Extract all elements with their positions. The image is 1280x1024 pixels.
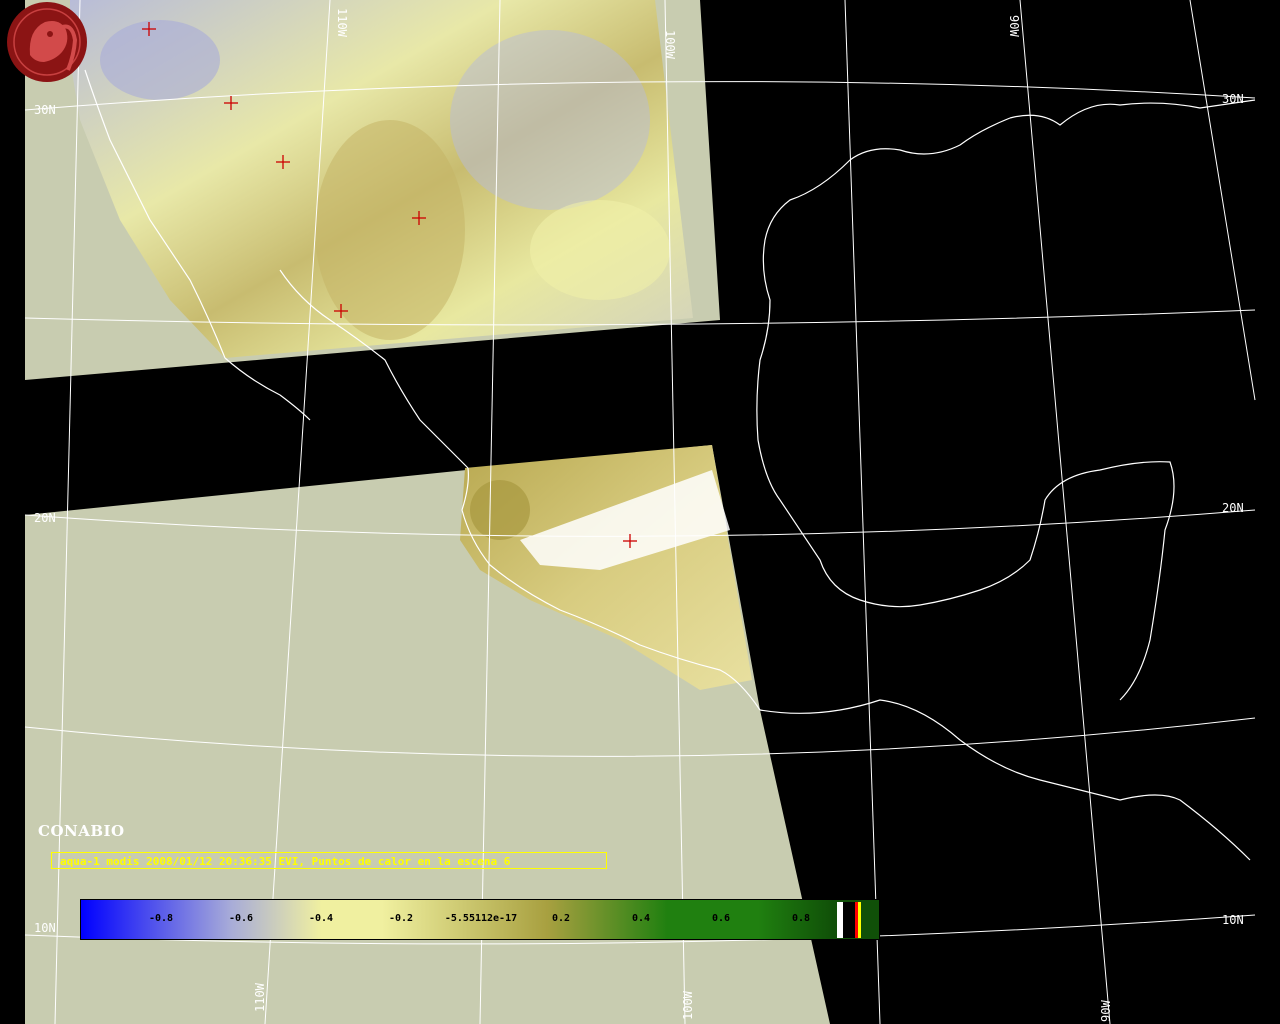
- lat-label-20n-left: 20N: [34, 511, 56, 525]
- conabio-logo-text: CONABIO: [38, 822, 125, 840]
- colorbar-tick-label: -0.4: [308, 913, 334, 924]
- lat-label-20n-right: 20N: [1222, 501, 1244, 515]
- colorbar-tick-label: 0.6: [711, 913, 731, 924]
- colorbar-swatch: [843, 902, 855, 938]
- colorbar-tick-label: 0.4: [631, 913, 651, 924]
- lat-label-30n-right: 30N: [1222, 92, 1244, 106]
- colorbar-tick-label: 0.2: [551, 913, 571, 924]
- lon-label-110w-top: 110W: [335, 8, 349, 38]
- lon-label-100w-top: 100W: [663, 30, 677, 60]
- lon-label-90w-bottom: 90W: [1099, 1000, 1113, 1022]
- colorbar-tick-label: 0.8: [791, 913, 811, 924]
- conabio-logo-icon: [7, 2, 87, 82]
- map-viewer: 30N 30N 20N 20N 10N 10N 110W 100W 90W 11…: [0, 0, 1280, 1024]
- colorbar-tick-label: -0.8: [148, 913, 174, 924]
- evi-colorbar-legend: -0.8 -0.6 -0.4 -0.2 -5.55112e-17 0.2 0.4…: [80, 899, 880, 940]
- lon-label-90w-top: 90W: [1007, 15, 1021, 37]
- scene-caption: aqua-1 modis 2008/01/12 20:36:35 EVI, Pu…: [51, 852, 607, 869]
- colorbar-tick-label: -5.55112e-17: [444, 913, 518, 924]
- map-canvas: 30N 30N 20N 20N 10N 10N 110W 100W 90W 11…: [24, 0, 1256, 1024]
- lon-label-100w-bottom: 100W: [681, 990, 695, 1020]
- colorbar-swatch: [858, 902, 861, 938]
- lon-label-110w-bottom: 110W: [253, 982, 267, 1012]
- colorbar-tick-label: -0.6: [228, 913, 254, 924]
- lat-label-10n-right: 10N: [1222, 913, 1244, 927]
- colorbar-tick-label: -0.2: [388, 913, 414, 924]
- lat-label-10n-left: 10N: [34, 921, 56, 935]
